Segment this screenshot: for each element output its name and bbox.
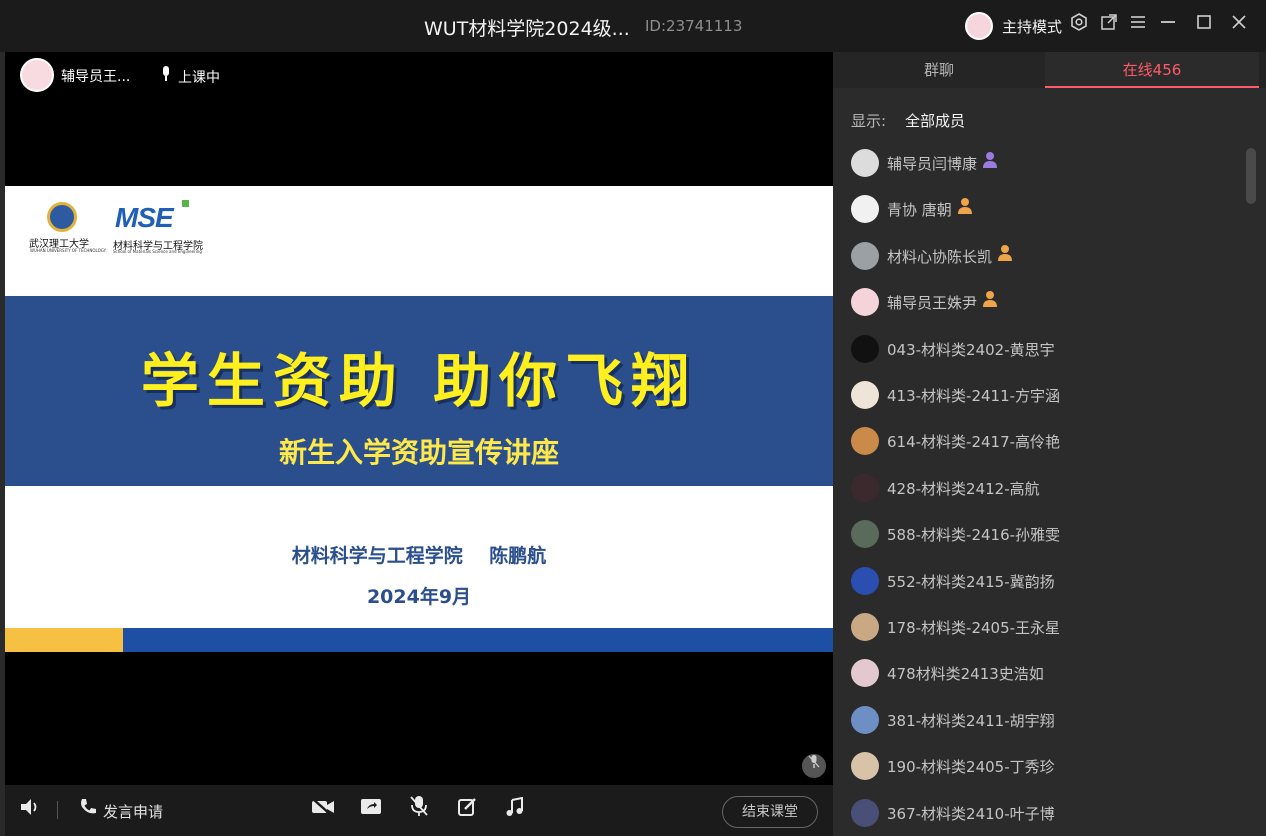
member-avatar: [851, 149, 879, 177]
slide-title: 学生资助 助你飞翔: [140, 347, 698, 415]
member-avatar: [851, 473, 879, 502]
slide-date: 2024年9月: [366, 586, 472, 608]
member-filter-select[interactable]: 全部成员: [905, 110, 965, 131]
member-name: 辅导员闫博康: [887, 155, 978, 173]
assistant-role-icon: [996, 244, 1014, 266]
slide-footer-bar: [5, 628, 833, 652]
member-avatar: [851, 798, 879, 827]
member-row[interactable]: 材料心协陈长凯: [849, 237, 1239, 273]
presenter-avatar: [20, 58, 54, 92]
popout-icon[interactable]: [1096, 10, 1122, 40]
member-avatar: [851, 381, 879, 409]
title-bar: WUT材料学院2024级... ID:23741113 主持模式: [0, 0, 1266, 52]
member-row[interactable]: 辅导员闫博康: [849, 144, 1239, 180]
member-name: 367-材料类2410-叶子博: [887, 804, 1055, 823]
screen-share-icon[interactable]: [356, 795, 386, 825]
music-icon[interactable]: [500, 795, 530, 825]
settings-icon[interactable]: [1066, 10, 1092, 40]
toolbar-divider: [57, 801, 58, 819]
member-row[interactable]: 588-材料类-2416-孙雅雯: [849, 515, 1239, 551]
menu-icon[interactable]: [1125, 10, 1151, 40]
minimize-icon[interactable]: [1155, 10, 1181, 40]
meeting-id: ID:23741113: [645, 17, 743, 35]
class-status: 上课中: [178, 70, 220, 86]
phone-icon[interactable]: [73, 795, 103, 825]
member-avatar: [851, 566, 879, 595]
member-name: 478材料类2413史浩如: [887, 665, 1044, 684]
member-name: 材料心协陈长凯: [887, 247, 993, 266]
member-avatar: [851, 705, 879, 734]
member-name: 413-材料类-2411-方宇涵: [887, 387, 1061, 405]
tab-online-members[interactable]: 在线456: [1045, 52, 1259, 88]
member-name: 552-材料类2415-冀韵扬: [887, 572, 1055, 591]
camera-off-icon[interactable]: [308, 795, 338, 825]
mic-icon: [160, 66, 172, 86]
member-avatar: [851, 613, 879, 641]
presenter-name: 辅导员王...: [61, 69, 131, 85]
member-avatar: [851, 659, 879, 688]
teacher-role-icon: [981, 151, 999, 173]
member-panel: 群聊 在线456 显示: 全部成员 辅导员闫博康 青协 唐朝材料心协陈长凯 辅导员王…: [833, 52, 1266, 836]
member-name: 178-材料类-2405-王永星: [887, 619, 1061, 637]
shared-slide: 武汉理工大学 WUHAN UNIVERSITY OF TECHNOLOGY MS…: [5, 186, 833, 652]
member-list-scrollbar[interactable]: [1246, 148, 1256, 204]
member-name: 190-材料类2405-丁秀珍: [887, 758, 1055, 777]
end-class-button[interactable]: 结束课堂: [722, 796, 818, 828]
member-name: 428-材料类2412-高航: [887, 479, 1040, 498]
close-icon[interactable]: [1226, 10, 1252, 40]
member-avatar: [851, 334, 879, 363]
university-logo-subtext: WUHAN UNIVERSITY OF TECHNOLOGY: [30, 248, 107, 253]
member-row[interactable]: 381-材料类2411-胡宇翔: [849, 701, 1239, 737]
bottom-toolbar: 发言申请 结束课堂: [5, 785, 833, 836]
assistant-role-icon: [956, 197, 974, 219]
member-name: 辅导员王姝尹: [887, 294, 978, 313]
member-avatar: [851, 520, 879, 549]
filter-label: 显示:: [851, 112, 887, 130]
tab-group-chat[interactable]: 群聊: [833, 52, 1045, 88]
volume-icon[interactable]: [15, 795, 45, 825]
member-name: 043-材料类2402-黄思宇: [887, 340, 1055, 359]
member-avatar: [851, 288, 879, 317]
member-avatar: [851, 241, 879, 270]
slide-banner: 学生资助 助你飞翔 新生入学资助宣传讲座: [5, 296, 833, 486]
mse-logo-accent: [182, 200, 189, 207]
member-name: 588-材料类-2416-孙雅雯: [887, 526, 1061, 545]
slide-author: 材料科学与工程学院 陈鹏航: [291, 545, 547, 567]
video-stage: 辅导员王... 上课中 武汉理工大学 WUHAN UNIVERSITY OF T…: [5, 52, 833, 785]
maximize-icon[interactable]: [1191, 10, 1217, 40]
member-name: 381-材料类2411-胡宇翔: [887, 711, 1055, 730]
member-row[interactable]: 478材料类2413史浩如: [849, 654, 1239, 690]
university-logo: [47, 202, 77, 232]
presenter-mic-status-icon: [802, 754, 826, 778]
member-avatar: [851, 427, 879, 456]
member-name: 青协 唐朝: [887, 201, 952, 220]
member-avatar: [851, 195, 879, 224]
member-row[interactable]: 辅导员王姝尹: [849, 283, 1239, 319]
member-row[interactable]: 428-材料类2412-高航: [849, 469, 1239, 505]
window-title: WUT材料学院2024级...: [424, 18, 630, 40]
member-name: 614-材料类-2417-高伶艳: [887, 433, 1061, 452]
slide-subtitle: 新生入学资助宣传讲座: [278, 436, 559, 469]
mse-logo-en: School of Materials Science and Engineer…: [113, 249, 202, 254]
assistant-role-icon: [981, 290, 999, 312]
slide-footer-accent: [5, 628, 123, 652]
host-mode-button[interactable]: 主持模式: [1002, 16, 1062, 37]
member-row[interactable]: 413-材料类-2411-方宇涵: [849, 376, 1239, 412]
speak-request-button[interactable]: 发言申请: [103, 801, 163, 822]
member-row[interactable]: 青协 唐朝: [849, 190, 1239, 226]
mse-logo: MSE: [115, 202, 174, 233]
mic-off-icon[interactable]: [404, 795, 434, 825]
member-row[interactable]: 043-材料类2402-黄思宇: [849, 330, 1239, 366]
member-row[interactable]: 367-材料类2410-叶子博: [849, 794, 1239, 830]
edit-icon[interactable]: [452, 795, 482, 825]
panel-tabs: 群聊 在线456: [833, 52, 1266, 88]
member-row[interactable]: 190-材料类2405-丁秀珍: [849, 747, 1239, 783]
member-row[interactable]: 614-材料类-2417-高伶艳: [849, 422, 1239, 458]
member-avatar: [851, 752, 879, 781]
host-avatar[interactable]: [965, 12, 993, 40]
member-row[interactable]: 178-材料类-2405-王永星: [849, 608, 1239, 644]
member-row[interactable]: 552-材料类2415-冀韵扬: [849, 562, 1239, 598]
